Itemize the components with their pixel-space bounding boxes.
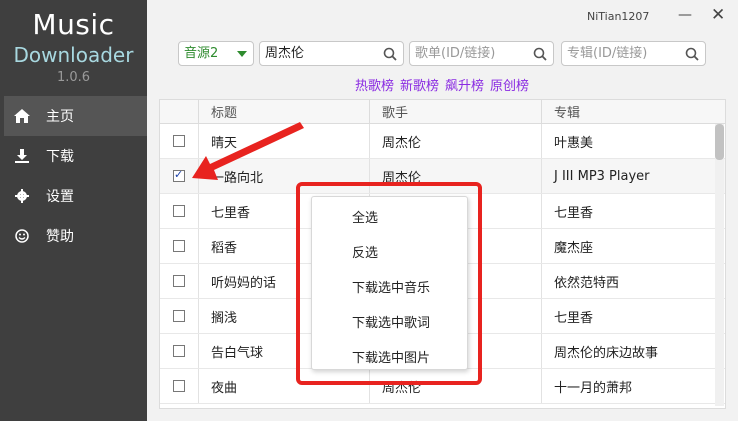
chevron-down-icon	[237, 51, 247, 57]
row-checkbox[interactable]	[173, 275, 185, 287]
sidebar-item-download[interactable]: 下载	[4, 136, 147, 176]
minimize-button[interactable]: —	[678, 7, 692, 23]
column-header-title[interactable]: 标题	[198, 100, 369, 123]
row-checkbox[interactable]	[173, 205, 185, 217]
menu-item-select-all[interactable]: 全选	[352, 207, 378, 226]
menu-item-invert-selection[interactable]: 反选	[352, 242, 378, 261]
app-version: 1.0.6	[56, 70, 91, 85]
album-search-input[interactable]: 专辑(ID/链接)	[561, 41, 706, 66]
sidebar-nav: 主页 下载 设置 赞助	[4, 96, 147, 256]
column-header-artist[interactable]: 歌手	[369, 100, 541, 123]
app-subtitle: Downloader	[13, 43, 134, 67]
chart-link-hot[interactable]: 热歌榜	[355, 79, 394, 94]
sidebar-item-label: 主页	[46, 109, 74, 125]
row-checkbox[interactable]	[173, 345, 185, 357]
cell-album: 魔杰座	[541, 229, 711, 263]
table-row[interactable]: 夜曲 周杰伦 十一月的萧邦	[160, 369, 725, 404]
chart-links: 热歌榜 新歌榜 飙升榜 原创榜	[355, 75, 535, 94]
search-icon[interactable]	[533, 47, 547, 61]
cell-album: J III MP3 Player	[541, 159, 711, 193]
menu-item-download-images[interactable]: 下载选中图片	[352, 347, 430, 366]
sidebar-item-label: 赞助	[46, 229, 74, 245]
chart-link-new[interactable]: 新歌榜	[400, 79, 439, 94]
table-header: 标题 歌手 专辑	[160, 100, 725, 124]
cell-album: 七里香	[541, 299, 711, 333]
menu-item-download-lyrics[interactable]: 下载选中歌词	[352, 312, 430, 331]
cell-album: 十一月的萧邦	[541, 369, 711, 403]
home-icon	[14, 108, 30, 124]
cell-title: 夜曲	[198, 369, 369, 403]
column-header-album[interactable]: 专辑	[541, 100, 711, 123]
cell-artist: 周杰伦	[369, 159, 541, 193]
cell-title: 晴天	[198, 124, 369, 158]
album-placeholder: 专辑(ID/链接)	[567, 46, 648, 61]
cell-album: 周杰伦的床边故事	[541, 334, 711, 368]
sidebar-item-label: 设置	[46, 189, 74, 205]
cell-album: 七里香	[541, 194, 711, 228]
row-checkbox[interactable]	[173, 380, 185, 392]
playlist-search-input[interactable]: 歌单(ID/链接)	[409, 41, 554, 66]
sidebar-item-settings[interactable]: 设置	[4, 176, 147, 216]
sidebar-item-sponsor[interactable]: 赞助	[4, 216, 147, 256]
playlist-placeholder: 歌单(ID/链接)	[415, 46, 496, 61]
download-icon	[14, 148, 30, 164]
close-button[interactable]: ✕	[711, 5, 725, 25]
song-search-input[interactable]: 周杰伦	[259, 41, 404, 66]
cell-album: 叶惠美	[541, 124, 711, 158]
gear-icon	[14, 188, 30, 204]
menu-item-download-music[interactable]: 下载选中音乐	[352, 277, 430, 296]
table-row[interactable]: 一路向北 周杰伦 J III MP3 Player	[160, 159, 725, 194]
cell-album: 依然范特西	[541, 264, 711, 298]
cell-artist: 周杰伦	[369, 124, 541, 158]
sidebar-item-label: 下载	[46, 149, 74, 165]
scrollbar-thumb[interactable]	[715, 124, 724, 160]
app-window: Music Downloader 1.0.6 主页 下载 设置 赞助 NiTia…	[0, 0, 738, 421]
chart-link-original[interactable]: 原创榜	[490, 79, 529, 94]
chart-link-rising[interactable]: 飙升榜	[445, 79, 484, 94]
song-search-value: 周杰伦	[265, 46, 305, 61]
header-checkbox-cell	[160, 100, 198, 123]
cell-artist: 周杰伦	[369, 369, 541, 403]
source-value: 音源2	[184, 46, 219, 61]
smile-icon	[14, 228, 30, 244]
account-name[interactable]: NiTian1207	[587, 10, 649, 23]
app-title: Music	[32, 8, 115, 41]
search-icon[interactable]	[383, 47, 397, 61]
context-menu: 全选 反选 下载选中音乐 下载选中歌词 下载选中图片	[311, 196, 468, 370]
cell-title: 一路向北	[198, 159, 369, 193]
row-checkbox[interactable]	[173, 168, 185, 182]
sidebar: Music Downloader 1.0.6 主页 下载 设置 赞助	[0, 0, 147, 421]
search-icon[interactable]	[685, 47, 699, 61]
table-row[interactable]: 晴天 周杰伦 叶惠美	[160, 124, 725, 159]
row-checkbox[interactable]	[173, 240, 185, 252]
source-dropdown[interactable]: 音源2	[178, 41, 254, 66]
row-checkbox[interactable]	[173, 135, 185, 147]
table-scrollbar[interactable]	[715, 124, 724, 406]
sidebar-item-home[interactable]: 主页	[4, 96, 147, 136]
row-checkbox[interactable]	[173, 310, 185, 322]
